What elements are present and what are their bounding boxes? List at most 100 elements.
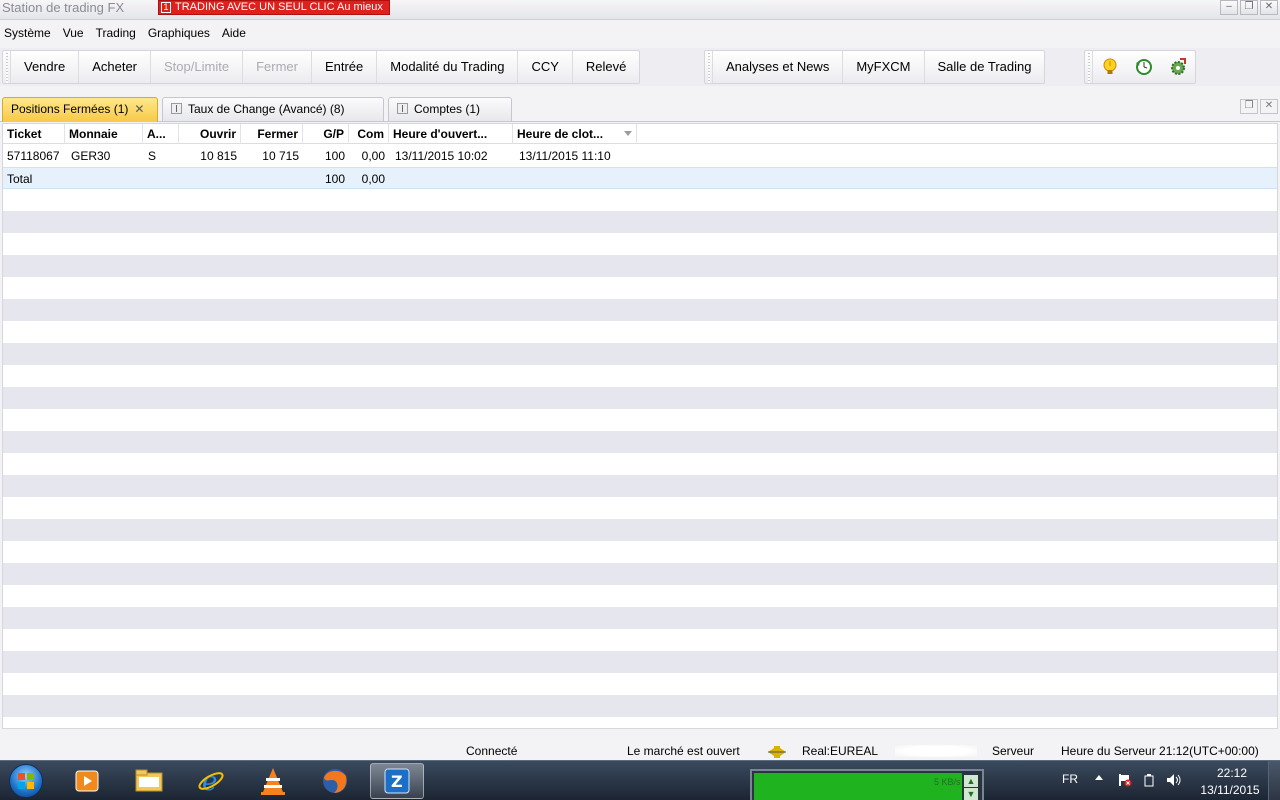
table-row[interactable]: 57118067 GER30 S 10 815 10 715 100 0,00 … — [3, 145, 1277, 167]
network-meter-widget[interactable]: 5 KB/s ▲ ▼ — [750, 769, 984, 800]
menu-graphiques[interactable]: Graphiques — [142, 21, 216, 45]
total-com: 0,00 — [361, 172, 385, 186]
window-controls: – ❐ ✕ — [1220, 0, 1278, 15]
lightbulb-icon[interactable] — [1093, 51, 1127, 83]
tab-taux-de-change[interactable]: Taux de Change (Avancé) (8) — [162, 97, 384, 121]
menu-trading[interactable]: Trading — [90, 21, 142, 45]
acheter-button[interactable]: Acheter — [79, 51, 152, 83]
analyses-news-button[interactable]: Analyses et News — [713, 51, 844, 83]
one-click-number: 1 — [161, 2, 171, 13]
cell-heure-cloture: 13/11/2015 11:10 — [519, 149, 611, 163]
firefox-icon[interactable] — [308, 763, 362, 799]
windows-logo-icon — [9, 764, 43, 798]
toolbar-grip[interactable] — [3, 51, 11, 83]
vendre-button[interactable]: Vendre — [11, 51, 80, 83]
total-gp: 100 — [324, 172, 345, 186]
vlc-icon[interactable] — [246, 763, 300, 799]
close-window-button[interactable]: ✕ — [1260, 0, 1278, 15]
cell-ticket: 57118067 — [7, 149, 60, 163]
tab-bar: Positions Fermées (1) ✕ Taux de Change (A… — [0, 96, 1280, 122]
svg-text:e: e — [202, 767, 217, 796]
trading-station-taskbar-icon[interactable]: Z — [370, 763, 424, 799]
trading-actions-group: Vendre Acheter Stop/Limite Fermer Entrée… — [2, 50, 641, 84]
close-tab-icon[interactable]: ✕ — [134, 102, 144, 116]
tab-label: Comptes (1) — [414, 102, 481, 116]
file-explorer-icon[interactable] — [122, 763, 176, 799]
col-heure-cloture-label: Heure de clot... — [517, 127, 604, 141]
tab-label: Positions Fermées (1) — [11, 102, 129, 116]
cell-monnaie: GER30 — [71, 149, 111, 163]
show-hidden-icons-icon[interactable] — [1095, 775, 1103, 780]
network-speed: 5 KB/s — [934, 777, 961, 787]
tab-comptes[interactable]: Comptes (1) — [388, 97, 512, 121]
stop-limite-button[interactable]: Stop/Limite — [151, 51, 244, 83]
language-indicator[interactable]: FR — [1062, 772, 1078, 786]
toolbar-grip[interactable] — [1085, 51, 1093, 83]
cell-achat-vente: S — [148, 149, 157, 163]
cell-fermer: 10 715 — [262, 149, 299, 163]
total-row[interactable]: Total 100 0,00 — [3, 167, 1277, 189]
one-click-trading-indicator[interactable]: 1 TRADING AVEC UN SEUL CLIC Au mieux — [158, 0, 390, 15]
system-tray: FR 22:12 13/11/2015 — [1040, 761, 1280, 800]
grid-header: Ticket Monnaie A... Ouvrir Fermer G/P Co… — [3, 124, 1277, 144]
col-monnaie[interactable]: Monnaie — [65, 124, 143, 144]
restore-panel-icon[interactable]: ❐ — [1240, 99, 1258, 114]
network-graph — [754, 773, 962, 800]
pin-icon[interactable] — [171, 103, 182, 114]
ccy-button[interactable]: CCY — [518, 51, 573, 83]
fermer-button[interactable]: Fermer — [243, 51, 312, 83]
col-heure-cloture[interactable]: Heure de clot... — [513, 124, 637, 144]
media-player-icon[interactable] — [60, 763, 114, 799]
windows-taskbar: e Z 5 KB/s ▲ ▼ FR 22:12 13/11/2015 — [0, 760, 1280, 800]
internet-explorer-icon[interactable]: e — [184, 763, 238, 799]
one-click-label: TRADING AVEC UN SEUL CLIC Au mieux — [175, 1, 383, 13]
clock-refresh-icon[interactable] — [1127, 51, 1161, 83]
minimize-button[interactable]: – — [1220, 0, 1238, 15]
modalite-trading-button[interactable]: Modalité du Trading — [377, 51, 519, 83]
volume-icon[interactable] — [1166, 773, 1181, 787]
col-heure-ouverture[interactable]: Heure d'ouvert... — [389, 124, 513, 144]
connection-status: Connecté — [466, 744, 518, 758]
col-ticket[interactable]: Ticket — [3, 124, 65, 144]
cell-gp: 100 — [324, 149, 345, 163]
menu-systeme[interactable]: Système — [0, 21, 57, 45]
action-center-flag-icon[interactable] — [1118, 773, 1132, 787]
account-status: Real:EUREAL — [802, 744, 879, 758]
svg-text:Z: Z — [391, 772, 403, 791]
cell-heure-ouverture: 13/11/2015 10:02 — [395, 149, 488, 163]
clock-date[interactable]: 13/11/2015 — [1190, 783, 1270, 797]
menu-bar: Système Vue Trading Graphiques Aide — [0, 21, 1280, 45]
start-button[interactable] — [4, 762, 48, 800]
empty-grid-rows — [3, 189, 1277, 728]
gear-settings-icon[interactable] — [1161, 51, 1195, 83]
col-achat-vente[interactable]: A... — [143, 124, 179, 144]
sort-descending-icon — [624, 131, 632, 136]
menu-vue[interactable]: Vue — [57, 21, 90, 45]
clock-time[interactable]: 22:12 — [1204, 766, 1260, 780]
col-fermer[interactable]: Fermer — [241, 124, 303, 144]
close-panel-icon[interactable]: ✕ — [1260, 99, 1278, 114]
col-com[interactable]: Com — [349, 124, 389, 144]
tab-label: Taux de Change (Avancé) (8) — [188, 102, 345, 116]
total-label: Total — [7, 172, 33, 186]
tools-group — [1084, 50, 1196, 84]
salle-trading-button[interactable]: Salle de Trading — [925, 51, 1045, 83]
col-ouvrir[interactable]: Ouvrir — [179, 124, 241, 144]
releve-button[interactable]: Relevé — [573, 51, 639, 83]
power-icon[interactable] — [1142, 773, 1156, 787]
toolbar-grip[interactable] — [705, 51, 713, 83]
entree-button[interactable]: Entrée — [312, 51, 378, 83]
pin-icon[interactable] — [397, 103, 408, 114]
menu-aide[interactable]: Aide — [216, 21, 252, 45]
tab-positions-fermees[interactable]: Positions Fermées (1) ✕ — [2, 97, 158, 122]
window-title: Station de trading FX — [2, 0, 125, 15]
panel-controls: ❐ ✕ — [1240, 99, 1278, 114]
restore-button[interactable]: ❐ — [1240, 0, 1258, 15]
cell-ouvrir: 10 815 — [200, 149, 237, 163]
myfxcm-button[interactable]: MyFXCM — [843, 51, 925, 83]
download-arrow-icon: ▼ — [964, 788, 978, 800]
title-bar: Station de trading FX 1 TRADING AVEC UN … — [0, 0, 1280, 20]
show-desktop-button[interactable] — [1268, 761, 1280, 800]
col-gp[interactable]: G/P — [303, 124, 349, 144]
cell-com: 0,00 — [361, 149, 385, 163]
